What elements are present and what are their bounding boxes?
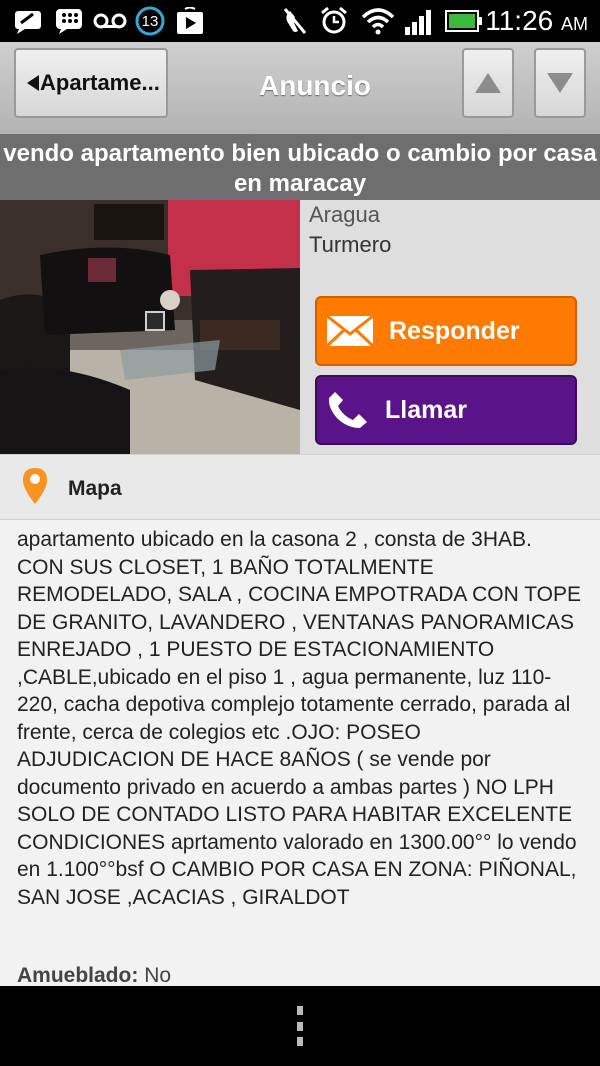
message-icon [12, 6, 46, 36]
notification-count: 13 [141, 12, 159, 30]
signal-icon [402, 6, 436, 36]
furnished-field: Amueblado: No [17, 964, 171, 986]
listing-photo[interactable] [0, 200, 300, 454]
map-pin-icon [23, 468, 47, 504]
alarm-icon [318, 6, 350, 36]
map-label: Mapa [68, 477, 122, 500]
notification-count-badge: 13 [134, 6, 166, 36]
furnished-label: Amueblado: [17, 964, 139, 986]
envelope-icon [325, 314, 375, 348]
app-bar: Apartame... Anuncio [0, 42, 600, 135]
page-title: Anuncio [259, 70, 371, 101]
bbm-icon [54, 6, 84, 36]
back-button-label: Apartame... [40, 70, 160, 95]
furnished-value: No [144, 964, 172, 986]
menu-dots-icon[interactable] [294, 1006, 306, 1046]
voicemail-icon [92, 6, 128, 36]
play-store-icon [174, 6, 206, 36]
arrow-down-icon [547, 73, 573, 93]
call-button-label: Llamar [385, 395, 467, 424]
map-row[interactable]: Mapa [0, 454, 600, 520]
arrow-up-icon [475, 73, 501, 93]
status-bar: 13 11:26 AM [0, 0, 600, 42]
reply-button[interactable]: Responder [315, 296, 577, 366]
wifi-icon [360, 6, 396, 36]
mute-icon [280, 6, 310, 36]
reply-button-label: Responder [389, 316, 520, 345]
listing-content: Aragua Turmero Responder Llamar Mapa apa… [0, 200, 600, 986]
next-ad-button[interactable] [534, 48, 586, 118]
listing-description: apartamento ubicado en la casona 2 , con… [17, 528, 582, 909]
phone-icon [328, 392, 367, 428]
battery-icon [444, 6, 484, 36]
bottom-nav-bar [0, 986, 600, 1066]
listing-title: vendo apartamento bien ubicado o cambio … [0, 134, 600, 200]
back-arrow-icon [27, 75, 39, 91]
location-city: Turmero [309, 232, 392, 257]
call-button[interactable]: Llamar [315, 375, 577, 445]
status-time: 11:26 AM [485, 5, 588, 36]
previous-ad-button[interactable] [462, 48, 514, 118]
location-state: Aragua [309, 202, 380, 227]
listing-side-panel: Aragua Turmero Responder Llamar [300, 200, 600, 454]
back-button[interactable]: Apartame... [14, 48, 168, 118]
